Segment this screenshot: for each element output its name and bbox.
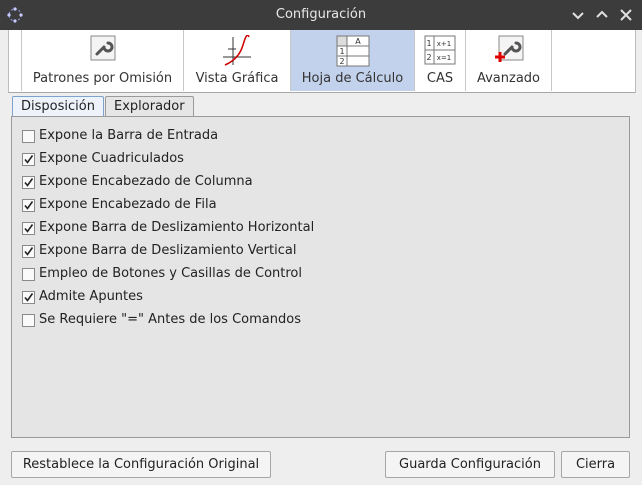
window-title: Configuración [275, 7, 367, 22]
tab-layout[interactable]: Disposición [12, 96, 104, 117]
close-button[interactable]: Cierra [561, 451, 630, 478]
checkbox[interactable] [22, 222, 35, 235]
tab-cas-label: CAS [426, 71, 454, 86]
svg-text:1: 1 [426, 39, 431, 48]
wrench-icon [90, 35, 116, 65]
checkbox[interactable] [22, 153, 35, 166]
tab-graphics-label: Vista Gráfica [195, 71, 279, 86]
tab-browser[interactable]: Explorador [105, 96, 194, 116]
svg-text:x+1: x+1 [437, 40, 451, 48]
save-settings-button[interactable]: Guarda Configuración [385, 451, 555, 478]
svg-text:x=1: x=1 [437, 54, 451, 62]
settings-toolbar: Patrones por Omisión Vista Gráfica A 1 2 [8, 30, 636, 93]
spreadsheet-icon: A 1 2 [336, 35, 370, 71]
checkbox[interactable] [22, 130, 35, 143]
tab-spreadsheet-label: Hoja de Cálculo [301, 71, 404, 86]
tab-advanced-label: Avanzado [476, 71, 541, 86]
tab-cas[interactable]: 1 x+1 2 x=1 CAS [415, 30, 466, 91]
maximize-icon[interactable] [592, 5, 612, 25]
svg-text:1: 1 [339, 47, 344, 56]
minimize-icon[interactable] [568, 5, 588, 25]
checkbox[interactable] [22, 199, 35, 212]
svg-text:2: 2 [339, 57, 344, 66]
svg-text:A: A [355, 37, 361, 46]
layout-options-panel: Expone la Barra de Entrada Expone Cuadri… [11, 116, 630, 438]
checkbox[interactable] [22, 176, 35, 189]
tab-spreadsheet[interactable]: A 1 2 Hoja de Cálculo [291, 30, 415, 91]
checkbox[interactable] [22, 291, 35, 304]
svg-text:2: 2 [426, 53, 431, 62]
cas-icon: 1 x+1 2 x=1 [424, 35, 456, 69]
checkbox[interactable] [22, 314, 35, 327]
tab-graphics[interactable]: Vista Gráfica [184, 30, 291, 91]
title-bar: Configuración [0, 0, 642, 30]
checkbox[interactable] [22, 268, 35, 281]
tab-defaults-label: Patrones por Omisión [32, 71, 173, 86]
tab-defaults[interactable]: Patrones por Omisión [22, 30, 184, 91]
graph-icon [221, 34, 253, 71]
reset-defaults-button[interactable]: Restablece la Configuración Original [11, 451, 271, 478]
advanced-wrench-icon [493, 35, 525, 69]
toolbar-spacer [9, 30, 22, 91]
tab-advanced[interactable]: Avanzado [466, 30, 552, 91]
checkbox[interactable] [22, 245, 35, 258]
close-icon[interactable] [616, 5, 636, 25]
